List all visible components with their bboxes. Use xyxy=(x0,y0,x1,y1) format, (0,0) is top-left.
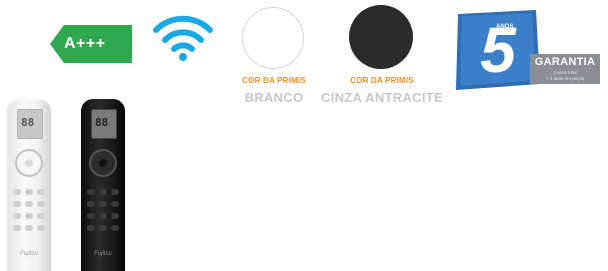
remote-dial xyxy=(89,149,117,177)
color-swatch-anthracite xyxy=(349,5,413,69)
remote-key xyxy=(25,201,33,207)
remote-display-digits: 88 xyxy=(95,116,109,129)
wifi-icon xyxy=(152,12,214,62)
remote-key xyxy=(99,213,107,219)
remote-key xyxy=(25,189,33,195)
color-name-anthracite: CINZA ANTRACITE xyxy=(321,90,443,105)
remote-key xyxy=(37,201,45,207)
remote-key xyxy=(87,225,95,231)
warranty-badge: 5 ANOS GARANTIA 2 anos total + 3 anos em… xyxy=(452,10,602,90)
remote-dial xyxy=(15,149,43,177)
warranty-line-2: + 3 anos em peças xyxy=(545,76,585,81)
remote-display: 88 xyxy=(91,109,117,139)
remote-key xyxy=(13,189,21,195)
color-caption-white: COR DA PRIMIS xyxy=(242,76,306,85)
remote-key xyxy=(25,225,33,231)
remote-display-digits: 88 xyxy=(21,116,35,129)
remote-key xyxy=(111,201,119,207)
remote-key xyxy=(87,213,95,219)
remote-brand: Fujitsu xyxy=(20,251,38,257)
color-name-white: BRANCO xyxy=(244,90,304,105)
remote-control-black: 88 Fujitsu xyxy=(81,99,125,271)
remote-key xyxy=(25,213,33,219)
energy-class-label: A+++ xyxy=(64,35,106,52)
remote-keypad xyxy=(87,189,119,231)
remote-key xyxy=(99,225,107,231)
remote-key xyxy=(37,189,45,195)
warranty-years-label: ANOS xyxy=(496,24,514,30)
warranty-title: GARANTIA xyxy=(534,56,596,68)
color-caption-anthracite: COR DA PRIMIS xyxy=(350,76,414,85)
remote-key xyxy=(87,201,95,207)
remote-key xyxy=(37,225,45,231)
remote-key xyxy=(13,225,21,231)
remote-key xyxy=(13,201,21,207)
remote-key xyxy=(13,213,21,219)
remote-key xyxy=(99,201,107,207)
remote-key xyxy=(99,189,107,195)
remote-brand: Fujitsu xyxy=(94,251,112,257)
warranty-banner: GARANTIA 2 anos total + 3 anos em peças xyxy=(530,54,600,84)
remote-key xyxy=(87,189,95,195)
remote-display: 88 xyxy=(17,109,43,139)
remote-key xyxy=(111,225,119,231)
color-swatch-white xyxy=(242,7,304,69)
warranty-line-1: 2 anos total xyxy=(553,70,577,75)
remote-key xyxy=(111,189,119,195)
remote-keypad xyxy=(13,189,45,231)
remote-control-white: 88 Fujitsu xyxy=(7,99,51,271)
remote-key xyxy=(37,213,45,219)
remote-dial-center xyxy=(25,159,33,167)
energy-class-badge: A+++ xyxy=(50,25,132,63)
remote-key xyxy=(111,213,119,219)
remote-dial-center xyxy=(99,159,107,167)
